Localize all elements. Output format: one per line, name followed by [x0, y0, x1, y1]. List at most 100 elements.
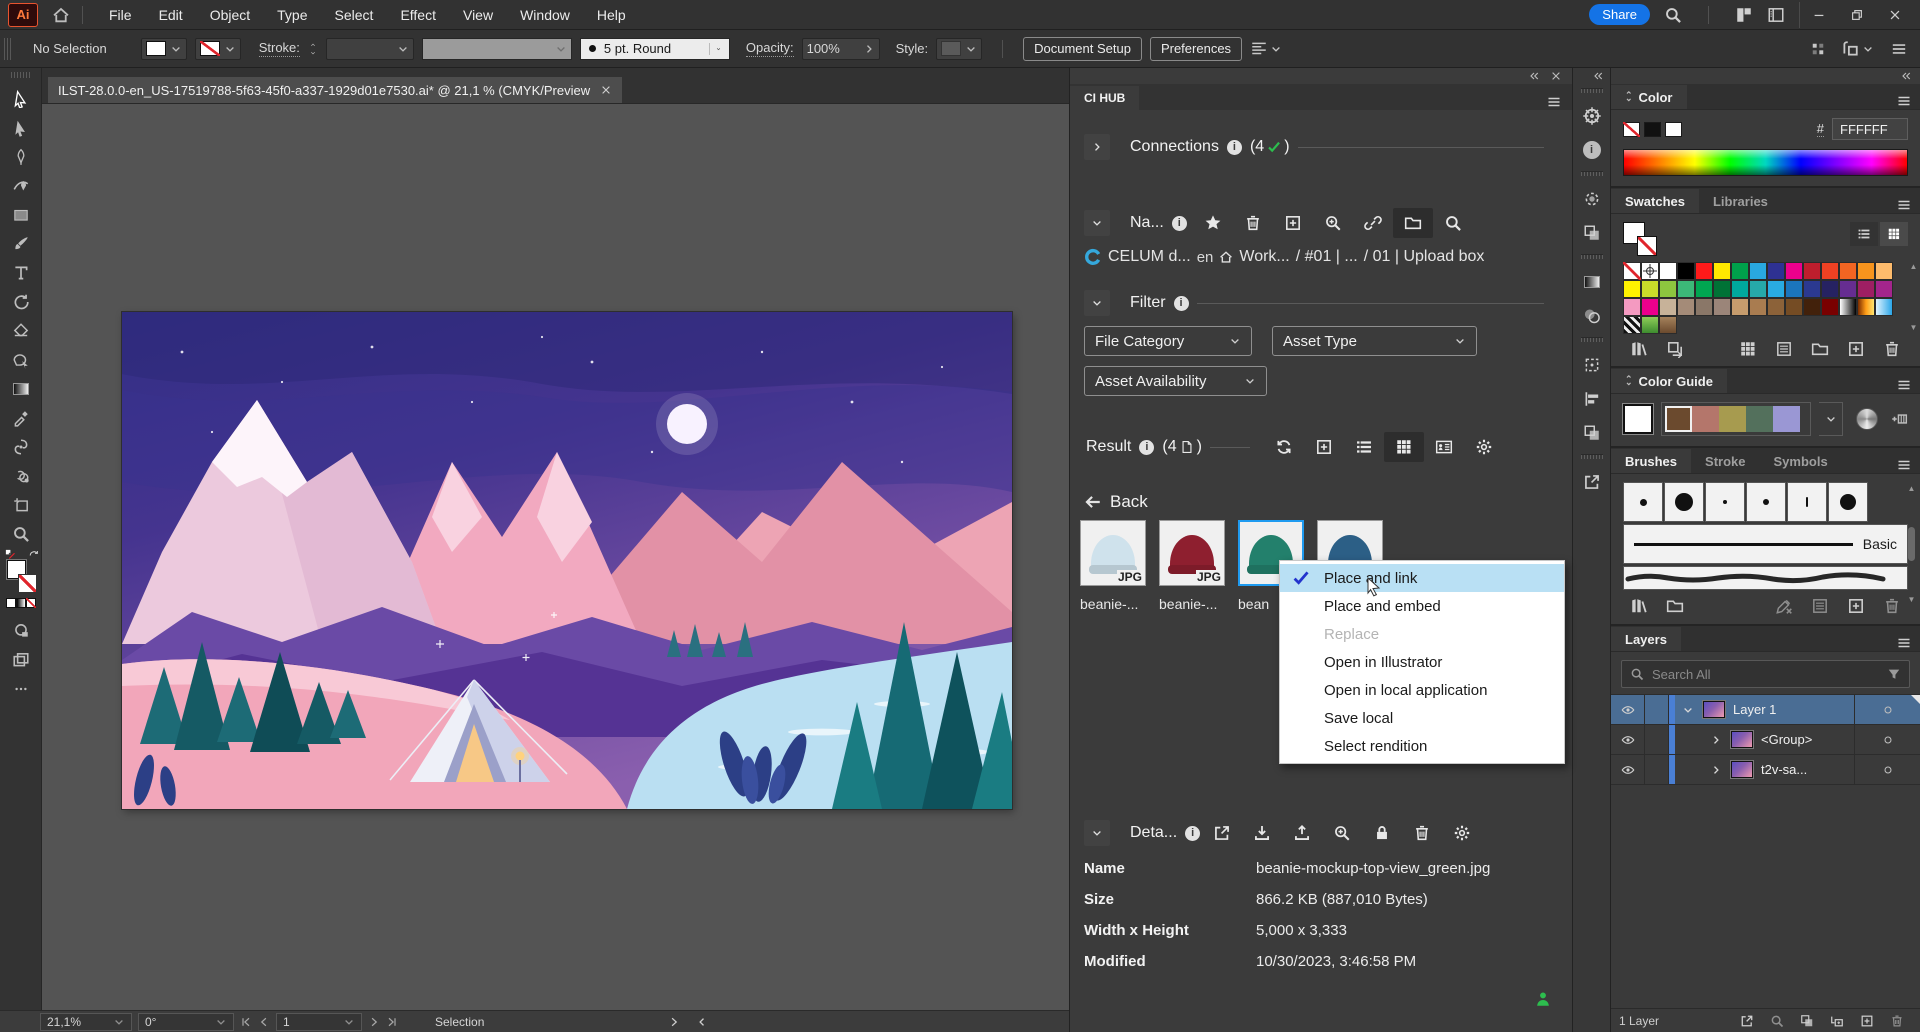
menu-file[interactable]: File: [109, 7, 132, 23]
panel-grip[interactable]: [4, 38, 11, 60]
menu-view[interactable]: View: [463, 7, 493, 23]
asset-thumbnail[interactable]: JPG: [1080, 520, 1146, 586]
cihub-tab[interactable]: CI HUB: [1070, 86, 1139, 110]
first-artboard-icon[interactable]: [240, 1016, 252, 1028]
color-swatch[interactable]: [1875, 280, 1893, 298]
remove-brush-stroke-icon[interactable]: [1766, 595, 1802, 617]
new-sublayer-icon[interactable]: [1822, 1014, 1852, 1028]
calligraphic-brush[interactable]: [1746, 482, 1786, 522]
layers-search[interactable]: [1621, 660, 1910, 688]
collapse-details-button[interactable]: [1084, 820, 1110, 846]
type-tool[interactable]: [6, 258, 36, 287]
visibility-eye-icon[interactable]: [1611, 695, 1645, 724]
visibility-eye-icon[interactable]: [1611, 755, 1645, 784]
trash-icon[interactable]: [1233, 208, 1273, 238]
upload-icon[interactable]: [1282, 818, 1322, 848]
swatch-registration[interactable]: [1641, 262, 1659, 280]
asset-thumbnail[interactable]: JPG: [1159, 520, 1225, 586]
eyedropper-tool[interactable]: [6, 403, 36, 432]
color-swatch[interactable]: [1623, 298, 1641, 316]
brushes-scrollbar[interactable]: ▲▼: [1907, 484, 1916, 604]
panel-menu-icon[interactable]: [1896, 93, 1912, 109]
color-swatch[interactable]: [1713, 298, 1731, 316]
info-dock-icon[interactable]: i: [1575, 133, 1609, 167]
export-dock-icon[interactable]: [1575, 465, 1609, 499]
panel-menu-icon[interactable]: [1896, 635, 1912, 651]
tab-stroke[interactable]: Stroke: [1691, 449, 1759, 473]
delete-layer-icon[interactable]: [1882, 1014, 1912, 1028]
filter-icon[interactable]: [1887, 667, 1901, 681]
close-window-button[interactable]: [1876, 2, 1914, 28]
stroke-weight-stepper[interactable]: [308, 42, 318, 56]
color-swatch[interactable]: [1695, 280, 1713, 298]
curvature-tool[interactable]: [6, 171, 36, 200]
control-menu-icon[interactable]: [1890, 40, 1908, 58]
color-swatch[interactable]: [1713, 262, 1731, 280]
fill-stroke-indicator[interactable]: [6, 554, 36, 588]
home-icon[interactable]: [1219, 250, 1233, 264]
context-menu-item[interactable]: Place and embed: [1280, 592, 1564, 620]
lock-column[interactable]: [1645, 725, 1669, 754]
expand-layer-icon[interactable]: [1703, 734, 1729, 746]
preferences-button[interactable]: Preferences: [1150, 37, 1242, 61]
color-swatch[interactable]: [1767, 298, 1785, 316]
context-menu-item[interactable]: Open in Illustrator: [1280, 648, 1564, 676]
panel-grip[interactable]: [11, 72, 31, 78]
artboard-tool[interactable]: [6, 490, 36, 519]
color-swatch[interactable]: [1731, 280, 1749, 298]
color-swatch[interactable]: [1713, 280, 1731, 298]
layer-thumbnail[interactable]: [1703, 701, 1725, 718]
harmony-color-chip[interactable]: [1665, 406, 1692, 432]
context-menu-item[interactable]: Open in local application: [1280, 676, 1564, 704]
share-button[interactable]: Share: [1589, 4, 1650, 25]
collapse-panel-icon[interactable]: [1528, 70, 1540, 82]
calligraphic-brush[interactable]: [1664, 482, 1704, 522]
tab-color-guide[interactable]: ⌃⌄ Color Guide: [1611, 369, 1727, 393]
selection-dock-icon[interactable]: [1575, 182, 1609, 216]
harmony-color-chip[interactable]: [1746, 406, 1773, 432]
swatch-themes-icon[interactable]: [1657, 338, 1693, 360]
breadcrumb-folder[interactable]: / #01 | ...: [1296, 248, 1358, 266]
none-swatch[interactable]: [1623, 122, 1640, 137]
panel-menu-icon[interactable]: [1546, 94, 1562, 110]
workspace-switcher-icon[interactable]: [1767, 6, 1785, 24]
fill-color-dropdown[interactable]: [141, 38, 187, 60]
tab-symbols[interactable]: Symbols: [1760, 449, 1842, 473]
collect-export-icon[interactable]: [1732, 1014, 1762, 1028]
list-view-icon[interactable]: [1344, 432, 1384, 462]
stroke-weight-dropdown[interactable]: [326, 38, 414, 60]
color-swatch[interactable]: [1659, 316, 1677, 334]
color-swatch[interactable]: [1731, 262, 1749, 280]
rotate-tool[interactable]: [6, 287, 36, 316]
swap-fill-stroke-icon[interactable]: [28, 548, 40, 560]
zoom-tool[interactable]: [6, 519, 36, 548]
card-view-icon[interactable]: [1424, 432, 1464, 462]
asset-type-dropdown[interactable]: Asset Type: [1272, 326, 1477, 356]
layer-row[interactable]: <Group>: [1611, 725, 1920, 755]
harmony-color-chip[interactable]: [1719, 406, 1746, 432]
menu-edit[interactable]: Edit: [159, 7, 183, 23]
panel-grip[interactable]: [1581, 454, 1603, 459]
menu-effect[interactable]: Effect: [400, 7, 436, 23]
delete-brush-icon[interactable]: [1874, 595, 1910, 617]
pen-tool[interactable]: [6, 142, 36, 171]
color-swatch[interactable]: [1821, 298, 1839, 316]
color-swatch[interactable]: [1695, 298, 1713, 316]
expand-layer-icon[interactable]: [1675, 704, 1701, 716]
color-swatch[interactable]: [1749, 262, 1767, 280]
cihub-dock-icon[interactable]: [1575, 99, 1609, 133]
info-icon[interactable]: i: [1172, 216, 1187, 231]
panel-grip[interactable]: [1581, 171, 1603, 176]
color-swatch[interactable]: [1641, 316, 1659, 334]
appearance-dock-icon[interactable]: [1575, 416, 1609, 450]
variable-width-profile-dropdown[interactable]: 5 pt. Round: [580, 38, 730, 60]
info-icon[interactable]: i: [1185, 826, 1200, 841]
snap-options-icon[interactable]: [1811, 42, 1825, 56]
color-swatch[interactable]: [1839, 298, 1857, 316]
favorite-star-icon[interactable]: [1193, 208, 1233, 238]
back-button[interactable]: Back: [1070, 492, 1572, 512]
add-icon[interactable]: [1304, 432, 1344, 462]
color-spectrum-bar[interactable]: [1623, 149, 1908, 176]
color-swatch[interactable]: [1821, 280, 1839, 298]
layer-thumbnail[interactable]: [1731, 731, 1753, 748]
